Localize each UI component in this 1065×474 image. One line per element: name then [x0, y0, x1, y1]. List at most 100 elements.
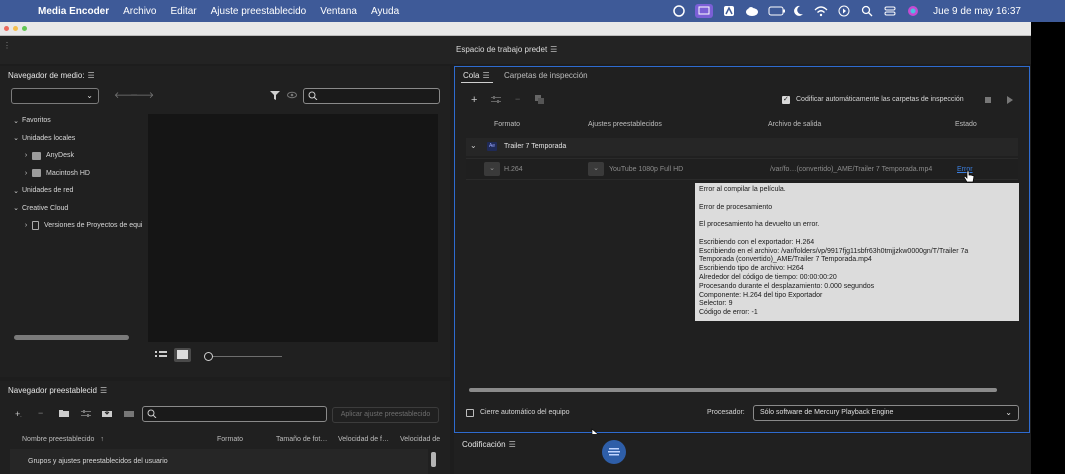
grip-icon[interactable]: ⋮: [3, 42, 11, 50]
col-preset-name[interactable]: Nombre preestablecido ↑: [22, 436, 104, 443]
tab-cola[interactable]: Cola ☰: [463, 71, 490, 80]
chevron-down-icon[interactable]: ⌄: [10, 134, 22, 142]
menu-ajuste-preestablecido[interactable]: Ajuste preestablecido: [211, 6, 307, 17]
item-format[interactable]: H.264: [504, 166, 523, 173]
media-browser-title[interactable]: Navegador de medio: ☰: [8, 71, 95, 80]
new-group-icon[interactable]: [58, 409, 70, 420]
remove-preset-icon[interactable]: −: [38, 408, 43, 418]
item-output-file[interactable]: /var/fo…(convertido)_AME/Trailer 7 Tempo…: [770, 166, 932, 173]
tree-item-macintosh-hd[interactable]: › Macintosh HD: [10, 165, 148, 183]
tab-carpetas-inspeccion[interactable]: Carpetas de inspección: [504, 71, 588, 80]
processor-dropdown[interactable]: Sólo software de Mercury Playback Engine…: [753, 405, 1019, 421]
panel-menu-icon[interactable]: ☰: [100, 386, 107, 395]
preset-settings-icon[interactable]: [491, 95, 501, 106]
creative-cloud-icon[interactable]: [672, 5, 686, 17]
tree-item-anydesk[interactable]: › AnyDesk: [10, 147, 148, 165]
import-preset-icon[interactable]: [101, 409, 113, 420]
col-bitrate[interactable]: Velocidad de: [400, 436, 440, 443]
chevron-down-icon[interactable]: ⌄: [470, 141, 477, 150]
chevron-right-icon[interactable]: ›: [20, 170, 32, 177]
col-format[interactable]: Formato: [494, 121, 520, 128]
screen-share-icon[interactable]: [695, 4, 714, 18]
menu-editar[interactable]: Editar: [171, 6, 197, 17]
col-output-file[interactable]: Archivo de salida: [768, 121, 821, 128]
wifi-icon[interactable]: [814, 5, 828, 17]
format-dropdown-chevron[interactable]: ⌄: [484, 162, 500, 176]
media-location-dropdown[interactable]: ⌄: [11, 88, 99, 104]
preset-dropdown-chevron[interactable]: ⌄: [588, 162, 604, 176]
panel-menu-icon[interactable]: ☰: [88, 71, 95, 80]
window-titlebar: [0, 22, 1031, 36]
processor-value: Sólo software de Mercury Playback Engine: [760, 409, 894, 416]
stop-icon[interactable]: [984, 96, 992, 106]
minimize-window-button[interactable]: [13, 26, 18, 31]
preset-browser-title[interactable]: Navegador preestablecid ☰: [8, 386, 107, 395]
thumbnail-size-slider-knob[interactable]: [204, 352, 213, 361]
forward-arrow-icon[interactable]: 🡒: [130, 90, 154, 101]
panel-menu-icon[interactable]: ☰: [482, 71, 489, 80]
chevron-right-icon[interactable]: ›: [20, 222, 32, 229]
play-circle-icon[interactable]: [837, 5, 851, 17]
export-preset-icon[interactable]: [123, 409, 135, 420]
col-frame-size[interactable]: Tamaño de fot…: [276, 436, 327, 443]
queue-group-row[interactable]: ⌄ Ae Trailer 7 Temporada: [466, 138, 1018, 156]
apply-preset-button[interactable]: Aplicar ajuste preestablecido: [332, 407, 439, 423]
auto-encode-checkbox[interactable]: [782, 95, 790, 104]
menubar-clock[interactable]: Jue 9 de may 16:37: [933, 6, 1021, 17]
spotlight-search-icon[interactable]: [860, 5, 874, 17]
siri-icon[interactable]: [906, 5, 920, 17]
menu-archivo[interactable]: Archivo: [123, 6, 156, 17]
queue-item-row[interactable]: ⌄ H.264 ⌄ YouTube 1080p Full HD /var/fo……: [466, 158, 1018, 180]
workspace-selector[interactable]: Espacio de trabajo predet ☰: [456, 45, 557, 54]
filter-icon[interactable]: [270, 90, 280, 102]
cloud-icon[interactable]: [745, 5, 759, 17]
tree-item-unidades-de-red[interactable]: ⌄ Unidades de red: [10, 182, 148, 200]
control-center-icon[interactable]: [883, 5, 897, 17]
col-presets[interactable]: Ajustes preestablecidos: [588, 121, 662, 128]
menu-ayuda[interactable]: Ayuda: [371, 6, 399, 17]
auto-shutdown-checkbox[interactable]: [466, 409, 474, 417]
sort-ascending-icon: ↑: [100, 436, 104, 443]
chevron-down-icon[interactable]: ⌄: [10, 187, 22, 195]
chevron-down-icon[interactable]: ⌄: [10, 117, 22, 125]
anydesk-icon[interactable]: [722, 5, 736, 17]
chevron-down-icon[interactable]: ⌄: [10, 204, 22, 212]
list-view-icon[interactable]: [155, 350, 167, 362]
col-frame-rate[interactable]: Velocidad de f…: [338, 436, 389, 443]
add-preset-icon[interactable]: +.: [15, 409, 22, 419]
remove-item-icon[interactable]: −: [515, 94, 520, 104]
tree-item-unidades-locales[interactable]: ⌄ Unidades locales: [10, 130, 148, 148]
panel-menu-icon[interactable]: ☰: [509, 440, 516, 449]
tree-item-favoritos[interactable]: ⌄ Favoritos: [10, 112, 148, 130]
media-preview-area[interactable]: [148, 114, 438, 342]
moon-icon[interactable]: [791, 5, 805, 17]
tree-item-label: Creative Cloud: [22, 204, 69, 212]
close-window-button[interactable]: [4, 26, 9, 31]
battery-icon[interactable]: [768, 5, 786, 17]
menu-ventana[interactable]: Ventana: [320, 6, 357, 17]
start-queue-icon[interactable]: [1006, 96, 1014, 106]
queue-horizontal-scrollbar[interactable]: [469, 388, 997, 392]
tree-item-versiones-proyectos[interactable]: › Versiones de Proyectos de equi: [10, 217, 148, 235]
col-status[interactable]: Estado: [955, 121, 977, 128]
col-preset-format[interactable]: Formato: [217, 436, 243, 443]
thumbnail-view-icon[interactable]: [174, 348, 191, 362]
active-tab-underline: [461, 82, 493, 83]
preset-search-input[interactable]: [142, 406, 327, 422]
preset-settings-icon[interactable]: [80, 409, 92, 420]
tree-item-creative-cloud[interactable]: ⌄ Creative Cloud: [10, 200, 148, 218]
preset-group-row[interactable]: Grupos y ajustes preestablecidos del usu…: [10, 449, 428, 474]
tree-horizontal-scrollbar[interactable]: [14, 335, 129, 340]
thumbnail-size-slider-track[interactable]: [210, 356, 282, 357]
duplicate-icon[interactable]: [535, 95, 545, 106]
chevron-right-icon[interactable]: ›: [20, 152, 32, 159]
eye-icon[interactable]: [287, 90, 297, 102]
add-source-icon[interactable]: +: [471, 94, 477, 106]
menu-app-name[interactable]: Media Encoder: [38, 6, 109, 17]
zoom-window-button[interactable]: [22, 26, 27, 31]
item-preset[interactable]: YouTube 1080p Full HD: [609, 166, 683, 173]
media-search-input[interactable]: [303, 88, 440, 104]
encoding-title[interactable]: Codificación ☰: [462, 440, 516, 449]
tooltip-line: Error al compilar la película.: [699, 186, 786, 193]
preset-vertical-scrollbar[interactable]: [431, 452, 436, 467]
